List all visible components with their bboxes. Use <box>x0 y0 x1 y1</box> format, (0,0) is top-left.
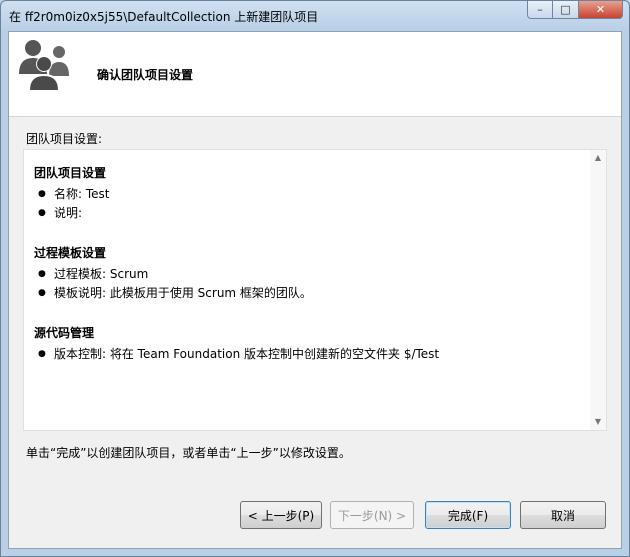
vertical-scrollbar[interactable]: ▲ ▼ <box>590 150 606 430</box>
item-text: 模板说明: 此模板用于使用 Scrum 框架的团队。 <box>54 286 312 300</box>
title-bar[interactable]: 在 ff2r0m0iz0x5j55\DefaultCollection 上新建团… <box>1 1 629 31</box>
close-icon: ✕ <box>595 3 606 16</box>
list-item: ● 名称: Test <box>34 185 584 204</box>
list-item: ● 说明: <box>34 204 584 223</box>
maximize-icon: □ <box>560 3 571 16</box>
list-item: ● 版本控制: 将在 Team Foundation 版本控制中创建新的空文件夹 … <box>34 345 584 364</box>
summary-group-source-control: 源代码管理 ● 版本控制: 将在 Team Foundation 版本控制中创建新… <box>34 324 584 364</box>
next-button[interactable]: 下一步(N) > <box>330 501 414 529</box>
scroll-up-icon[interactable]: ▲ <box>590 150 606 166</box>
bullet-icon: ● <box>38 269 46 279</box>
group-title: 团队项目设置 <box>34 166 107 180</box>
section-label: 团队项目设置: <box>26 132 103 146</box>
summary-content: 团队项目设置 ● 名称: Test ● 说明: 过程模板设置 ● 过程模板: Scru… <box>34 164 584 385</box>
hint-text: 单击“完成”以创建团队项目，或者单击“上一步”以修改设置。 <box>26 446 351 460</box>
item-text: 过程模板: Scrum <box>54 267 149 281</box>
item-text: 说明: <box>54 206 83 220</box>
page-title: 确认团队项目设置 <box>97 68 194 82</box>
bullet-icon: ● <box>38 349 46 359</box>
list-item: ● 模板说明: 此模板用于使用 Scrum 框架的团队。 <box>34 284 584 303</box>
maximize-button[interactable]: □ <box>553 1 579 19</box>
team-people-icon <box>19 40 69 90</box>
bullet-icon: ● <box>38 208 46 218</box>
window-controls: – □ ✕ <box>527 1 623 20</box>
item-text: 版本控制: 将在 Team Foundation 版本控制中创建新的空文件夹 $… <box>54 347 440 361</box>
cancel-button[interactable]: 取消 <box>520 501 606 529</box>
bullet-icon: ● <box>38 189 46 199</box>
settings-summary-panel[interactable]: 团队项目设置 ● 名称: Test ● 说明: 过程模板设置 ● 过程模板: Scru… <box>23 149 607 431</box>
dialog-window: 在 ff2r0m0iz0x5j55\DefaultCollection 上新建团… <box>0 0 630 557</box>
window-title: 在 ff2r0m0iz0x5j55\DefaultCollection 上新建团… <box>9 10 319 24</box>
group-title: 过程模板设置 <box>34 246 107 260</box>
summary-group-project: 团队项目设置 ● 名称: Test ● 说明: <box>34 164 584 223</box>
close-button[interactable]: ✕ <box>579 1 623 19</box>
summary-group-process: 过程模板设置 ● 过程模板: Scrum ● 模板说明: 此模板用于使用 Scrum… <box>34 244 584 303</box>
minimize-icon: – <box>537 3 543 16</box>
wizard-header: 确认团队项目设置 <box>9 32 621 117</box>
dialog-client-area: 确认团队项目设置 团队项目设置: 团队项目设置 ● 名称: Test ● 说明: 过… <box>8 31 622 549</box>
minimize-button[interactable]: – <box>527 1 553 19</box>
group-title: 源代码管理 <box>34 326 95 340</box>
finish-button[interactable]: 完成(F) <box>425 501 511 529</box>
item-text: 名称: Test <box>54 187 110 201</box>
list-item: ● 过程模板: Scrum <box>34 265 584 284</box>
bullet-icon: ● <box>38 288 46 298</box>
previous-button[interactable]: < 上一步(P) <box>240 501 322 529</box>
scroll-down-icon[interactable]: ▼ <box>590 414 606 430</box>
